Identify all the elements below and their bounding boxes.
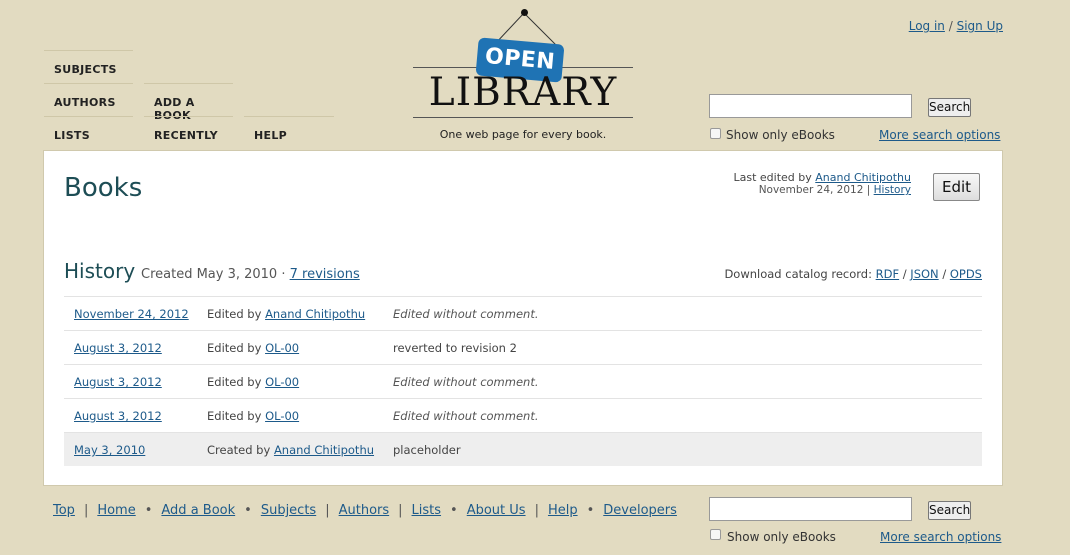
- signup-link[interactable]: Sign Up: [957, 19, 1003, 33]
- download-separator: /: [902, 267, 907, 281]
- revision-author: Created by Anand Chitipothu: [207, 443, 374, 457]
- footer-separator: •: [450, 503, 458, 518]
- page-title: Books: [64, 173, 143, 203]
- footer-links: Top | Home • Add a Book • Subjects | Authors | Lis…: [53, 503, 677, 518]
- nav-add-book[interactable]: ADD A BOOK: [144, 83, 233, 122]
- revision-user-link[interactable]: OL-00: [265, 341, 299, 355]
- footer-search-button[interactable]: Search: [928, 501, 971, 520]
- nav-subjects[interactable]: SUBJECTS: [44, 50, 133, 83]
- revision-action: Edited by: [207, 409, 262, 423]
- opds-link[interactable]: OPDS: [950, 267, 982, 281]
- login-link[interactable]: Log in: [909, 19, 945, 33]
- table-row: May 3, 2010 Created by Anand Chitipothu …: [64, 432, 982, 466]
- history-created: Created May 3, 2010 ·: [141, 267, 286, 282]
- table-row: August 3, 2012 Edited by OL-00 Edited wi…: [64, 364, 982, 398]
- footer-about-link[interactable]: About Us: [467, 503, 526, 518]
- footer-add-book-link[interactable]: Add a Book: [161, 503, 235, 518]
- footer-ebooks-checkbox[interactable]: [710, 529, 721, 540]
- content-panel: Books Last edited by Anand Chitipothu No…: [43, 150, 1003, 486]
- footer-separator: |: [534, 503, 539, 518]
- footer-search-input[interactable]: [709, 497, 912, 521]
- footer-ebooks-label: Show only eBooks: [727, 530, 836, 544]
- open-library-logo[interactable]: OPEN LIBRARY One web page for every book…: [413, 8, 633, 148]
- footer-separator: |: [83, 503, 89, 518]
- nav-authors[interactable]: AUTHORS: [44, 83, 133, 116]
- auth-links: Log in / Sign Up: [909, 19, 1003, 33]
- footer-developers-link[interactable]: Developers: [603, 503, 677, 518]
- revision-comment: Edited without comment.: [393, 375, 539, 389]
- history-table: November 24, 2012 Edited by Anand Chitip…: [64, 296, 982, 466]
- last-edited-prefix: Last edited by: [733, 171, 812, 184]
- footer-home-link[interactable]: Home: [97, 503, 135, 518]
- nav-help[interactable]: HELP: [244, 116, 334, 149]
- history-meta: Created May 3, 2010 · 7 revisions: [141, 267, 360, 282]
- revision-user-link[interactable]: OL-00: [265, 375, 299, 389]
- rdf-link[interactable]: RDF: [876, 267, 899, 281]
- revision-date-link[interactable]: August 3, 2012: [74, 409, 162, 423]
- revision-user-link[interactable]: Anand Chitipothu: [274, 443, 374, 457]
- revision-action: Created by: [207, 443, 271, 457]
- footer-lists-link[interactable]: Lists: [412, 503, 442, 518]
- revision-action: Edited by: [207, 341, 262, 355]
- footer-more-search-link[interactable]: More search options: [880, 530, 1001, 544]
- footer-top-link[interactable]: Top: [53, 503, 75, 518]
- revision-action: Edited by: [207, 375, 262, 389]
- json-link[interactable]: JSON: [910, 267, 938, 281]
- download-catalog: Download catalog record: RDF / JSON / OP…: [724, 267, 982, 281]
- header-more-search-link[interactable]: More search options: [879, 128, 1000, 142]
- footer-separator: •: [244, 503, 252, 518]
- revision-comment: reverted to revision 2: [393, 341, 517, 355]
- logo-pin-icon: [521, 9, 528, 16]
- history-link[interactable]: History: [874, 184, 911, 196]
- footer-subjects-link[interactable]: Subjects: [261, 503, 316, 518]
- history-heading: History: [64, 259, 136, 283]
- table-row: November 24, 2012 Edited by Anand Chitip…: [64, 296, 982, 330]
- revision-comment: Edited without comment.: [393, 307, 539, 321]
- logo-rule-bottom: [413, 117, 633, 118]
- revision-date-link[interactable]: August 3, 2012: [74, 375, 162, 389]
- last-edited-user-link[interactable]: Anand Chitipothu: [815, 171, 911, 184]
- revision-author: Edited by OL-00: [207, 341, 299, 355]
- table-row: August 3, 2012 Edited by OL-00 Edited wi…: [64, 398, 982, 432]
- footer-separator: •: [586, 503, 595, 518]
- header-ebooks-label: Show only eBooks: [726, 128, 835, 142]
- revision-date-link[interactable]: May 3, 2010: [74, 443, 145, 457]
- revision-action: Edited by: [207, 307, 262, 321]
- footer-authors-link[interactable]: Authors: [339, 503, 390, 518]
- revision-date-link[interactable]: August 3, 2012: [74, 341, 162, 355]
- revision-user-link[interactable]: OL-00: [265, 409, 299, 423]
- footer-separator: •: [144, 503, 153, 518]
- last-edited-info: Last edited by Anand Chitipothu November…: [733, 171, 911, 197]
- revision-date-link[interactable]: November 24, 2012: [74, 307, 189, 321]
- revision-user-link[interactable]: Anand Chitipothu: [265, 307, 365, 321]
- logo-tagline: One web page for every book.: [439, 128, 607, 141]
- footer-help-link[interactable]: Help: [548, 503, 578, 518]
- last-edited-date: November 24, 2012: [758, 184, 864, 196]
- footer-separator: |: [398, 503, 403, 518]
- header-search-input[interactable]: [709, 94, 912, 118]
- table-row: August 3, 2012 Edited by OL-00 reverted …: [64, 330, 982, 364]
- footer-separator: |: [325, 503, 330, 518]
- revision-author: Edited by Anand Chitipothu: [207, 307, 365, 321]
- edit-button[interactable]: Edit: [933, 173, 980, 201]
- header-ebooks-checkbox[interactable]: [710, 128, 721, 139]
- nav-recently[interactable]: RECENTLY: [144, 116, 233, 149]
- revisions-link[interactable]: 7 revisions: [290, 267, 360, 282]
- auth-separator: /: [948, 19, 953, 33]
- revision-author: Edited by OL-00: [207, 409, 299, 423]
- download-label: Download catalog record:: [724, 267, 872, 281]
- nav-lists[interactable]: LISTS: [44, 116, 133, 149]
- logo-wordmark: LIBRARY: [428, 70, 618, 115]
- header-search-button[interactable]: Search: [928, 98, 971, 117]
- last-edited-separator: |: [866, 184, 871, 196]
- revision-comment: placeholder: [393, 443, 461, 457]
- revision-comment: Edited without comment.: [393, 409, 539, 423]
- revision-author: Edited by OL-00: [207, 375, 299, 389]
- download-separator: /: [942, 267, 947, 281]
